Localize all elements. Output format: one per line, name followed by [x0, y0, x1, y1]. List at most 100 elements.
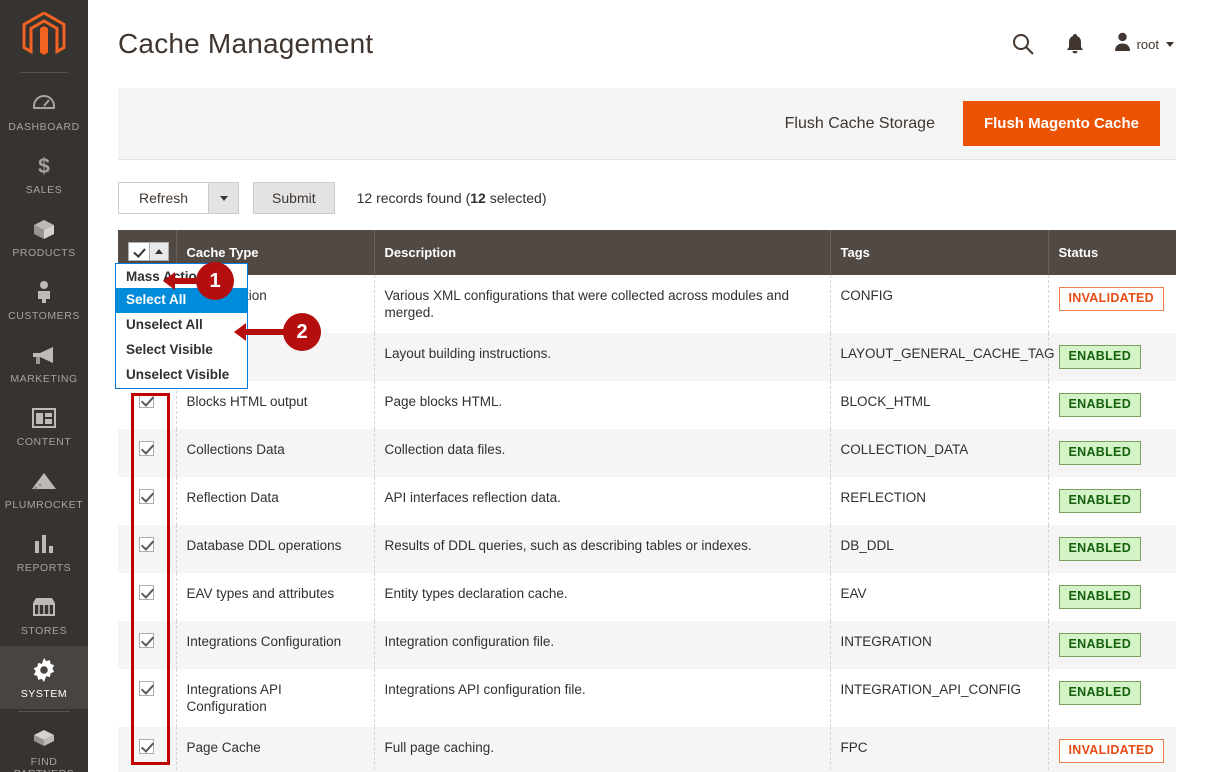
cell-status: ENABLED [1048, 525, 1176, 573]
sidebar-item-label: DASHBOARD [8, 121, 80, 133]
cell-description: Layout building instructions. [374, 333, 831, 381]
status-badge: ENABLED [1058, 441, 1142, 465]
user-avatar-icon [1114, 32, 1131, 57]
cell-status: ENABLED [1048, 429, 1176, 477]
refresh-split-button: Refresh [118, 182, 240, 214]
mass-actions-toggle[interactable] [149, 243, 168, 260]
mass-action-select-visible[interactable]: Select Visible [116, 338, 247, 363]
cell-tags: BLOCK_HTML [830, 381, 1049, 429]
megaphone-icon [2, 342, 86, 368]
cell-tags: LAYOUT_GENERAL_CACHE_TAG [830, 333, 1055, 381]
sidebar-item-sales[interactable]: $ SALES [0, 142, 88, 205]
records-suffix: selected) [485, 190, 547, 206]
mass-actions-menu: Mass Actions Select All Unselect All Sel… [115, 263, 248, 389]
bar-chart-icon [2, 531, 86, 557]
row-select-cell [118, 621, 177, 669]
sidebar-item-label: CONTENT [16, 436, 72, 448]
column-header-status[interactable]: Status [1048, 230, 1176, 275]
row-checkbox[interactable] [139, 585, 155, 600]
cell-tags: COLLECTION_DATA [830, 429, 1049, 477]
user-menu[interactable]: root [1114, 32, 1174, 57]
mass-actions-button[interactable] [128, 242, 169, 261]
status-badge: ENABLED [1058, 633, 1142, 657]
row-checkbox[interactable] [139, 633, 155, 648]
page-header: Cache Management root [88, 0, 1206, 88]
sidebar-item-products[interactable]: PRODUCTS [0, 205, 88, 268]
cell-status: ENABLED [1048, 573, 1176, 621]
magento-logo-icon [22, 12, 66, 55]
table-row[interactable]: Collections Data Collection data files. CO… [118, 429, 1176, 477]
sidebar-item-label: CUSTOMERS [8, 310, 80, 322]
sidebar-item-stores[interactable]: STORES [0, 583, 88, 646]
row-select-cell [118, 669, 177, 727]
sidebar-item-label: MARKETING [10, 373, 78, 385]
admin-sidebar: DASHBOARD $ SALES PRODUCTS CUSTOMERS MAR… [0, 0, 88, 772]
sidebar-item-marketing[interactable]: MARKETING [0, 331, 88, 394]
bell-icon[interactable] [1062, 31, 1088, 57]
table-row[interactable]: ConfigurationVarious XML configurations … [118, 275, 1176, 333]
magento-logo[interactable] [0, 0, 88, 72]
status-badge: INVALIDATED [1058, 739, 1164, 763]
cell-description: Collection data files. [374, 429, 831, 477]
sidebar-item-reports[interactable]: REPORTS [0, 520, 88, 583]
box-icon [2, 216, 86, 242]
status-badge: ENABLED [1058, 681, 1142, 705]
submit-button[interactable]: Submit [253, 182, 335, 214]
row-checkbox[interactable] [139, 681, 155, 696]
status-badge: ENABLED [1058, 537, 1142, 561]
dollar-icon: $ [2, 153, 86, 179]
cell-status: ENABLED [1048, 669, 1176, 727]
mass-action-unselect-visible[interactable]: Unselect Visible [116, 363, 247, 388]
flush-magento-cache-button[interactable]: Flush Magento Cache [962, 101, 1160, 146]
cell-status: INVALIDATED [1048, 727, 1176, 772]
flush-cache-storage-button[interactable]: Flush Cache Storage [767, 105, 953, 143]
cell-cache-type: Reflection Data [176, 477, 375, 525]
refresh-dropdown-toggle[interactable] [209, 182, 240, 214]
sidebar-item-content[interactable]: CONTENT [0, 394, 88, 457]
row-checkbox[interactable] [139, 537, 155, 552]
status-badge: ENABLED [1058, 585, 1142, 609]
search-icon[interactable] [1010, 31, 1036, 57]
table-row[interactable]: LayoutsLayout building instructions.LAYO… [118, 333, 1176, 381]
sidebar-item-dashboard[interactable]: DASHBOARD [0, 79, 88, 142]
table-row[interactable]: Reflection Data API interfaces reflection… [118, 477, 1176, 525]
refresh-button[interactable]: Refresh [118, 182, 210, 214]
sidebar-item-label: STORES [20, 625, 68, 637]
chevron-down-icon [220, 195, 229, 201]
table-row[interactable]: Database DDL operations Results of DDL qu… [118, 525, 1176, 573]
row-checkbox[interactable] [139, 393, 155, 408]
row-checkbox[interactable] [139, 489, 155, 504]
storefront-icon [2, 594, 86, 620]
mass-action-select-all[interactable]: Select All [116, 288, 247, 313]
table-row[interactable]: Blocks HTML output Page blocks HTML. BLOCK… [118, 381, 1176, 429]
svg-text:$: $ [38, 155, 50, 178]
row-checkbox[interactable] [139, 739, 155, 754]
table-row[interactable]: EAV types and attributes Entity types dec… [118, 573, 1176, 621]
sidebar-item-label: PLUMROCKET [4, 499, 84, 511]
cell-description: Results of DDL queries, such as describi… [374, 525, 831, 573]
cell-description: Integrations API configuration file. [374, 669, 831, 727]
mass-action-unselect-all[interactable]: Unselect All [116, 313, 247, 338]
cell-description: Integration configuration file. [374, 621, 831, 669]
row-select-cell [118, 573, 177, 621]
cell-description: Various XML configurations that were col… [374, 275, 831, 333]
gauge-icon [2, 90, 86, 116]
page-title: Cache Management [118, 28, 374, 59]
sidebar-item-find-partners[interactable]: FIND PARTNERS & EXTENSIONS [0, 714, 88, 772]
row-checkbox[interactable] [139, 441, 155, 456]
status-badge: ENABLED [1058, 393, 1142, 417]
column-header-description[interactable]: Description [374, 230, 831, 275]
mass-actions-title: Mass Actions [126, 269, 213, 284]
select-all-checkbox[interactable] [129, 243, 149, 260]
column-header-tags[interactable]: Tags [830, 230, 1049, 275]
sidebar-item-system[interactable]: SYSTEM [0, 646, 88, 709]
status-badge: INVALIDATED [1058, 287, 1164, 311]
cell-description: Page blocks HTML. [374, 381, 831, 429]
cell-tags: INTEGRATION_API_CONFIG [830, 669, 1049, 727]
sidebar-item-customers[interactable]: CUSTOMERS [0, 268, 88, 331]
table-row[interactable]: Page Cache Full page caching. FPC INVALIDAT… [118, 727, 1176, 772]
table-row[interactable]: Integrations API Configuration Integratio… [118, 669, 1176, 727]
sidebar-item-label: SYSTEM [20, 688, 68, 700]
sidebar-item-plumrocket[interactable]: PLUMROCKET [0, 457, 88, 520]
table-row[interactable]: Integrations Configuration Integration co… [118, 621, 1176, 669]
